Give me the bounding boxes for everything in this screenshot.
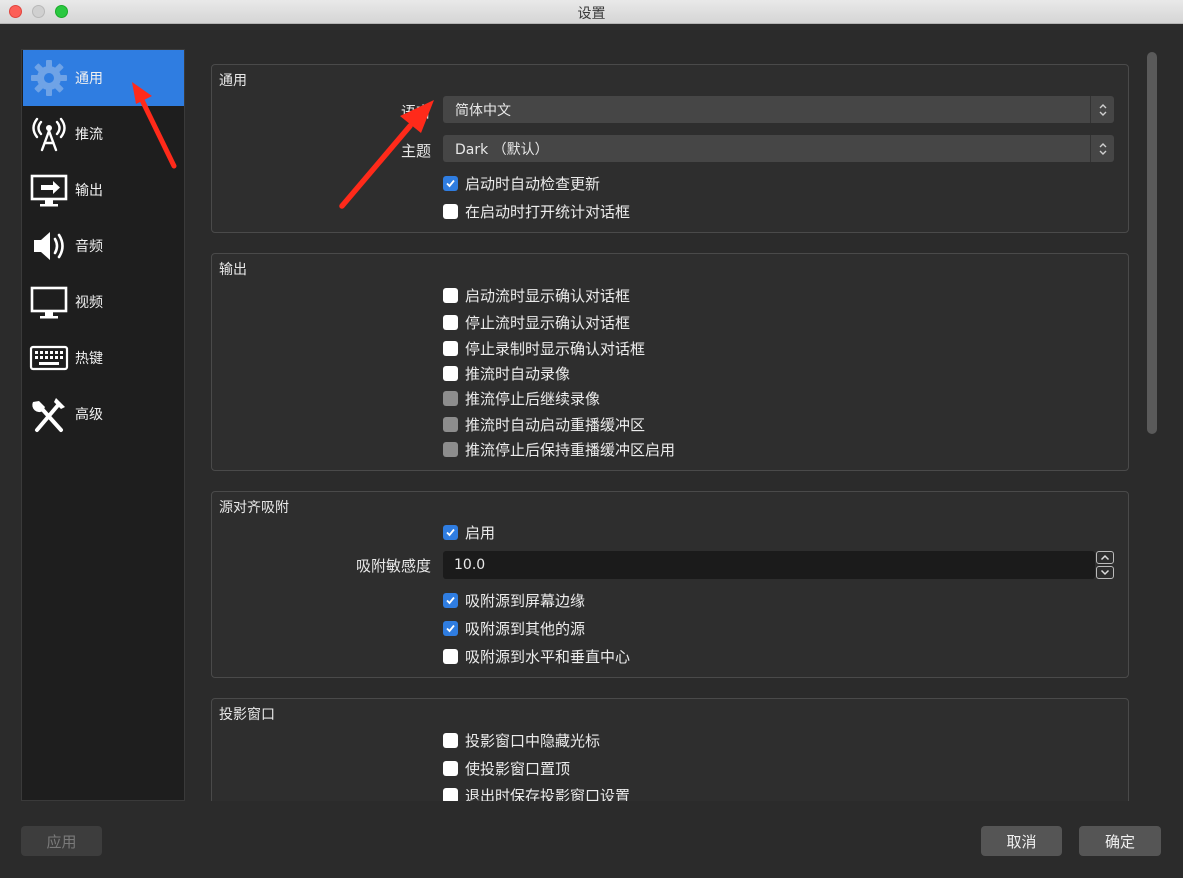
sensitivity-label: 吸附敏感度 [355, 557, 431, 575]
cancel-button[interactable]: 取消 [981, 826, 1062, 856]
sidebar-item-advanced[interactable]: 高级 [23, 386, 184, 442]
checkbox-auto-replay-buffer[interactable]: 推流时自动启动重播缓冲区 [443, 413, 645, 435]
chevron-down-icon[interactable] [1096, 566, 1114, 579]
group-title: 源对齐吸附 [219, 500, 289, 516]
theme-value: Dark （默认） [455, 141, 549, 158]
checkbox-open-stats[interactable]: 在启动时打开统计对话框 [443, 200, 630, 222]
sidebar-item-general[interactable]: 通用 [23, 50, 184, 106]
title-bar: 设置 [0, 0, 1183, 24]
checkbox-auto-update[interactable]: 启动时自动检查更新 [443, 172, 600, 194]
language-value: 简体中文 [455, 102, 511, 119]
checkbox-checked-icon [443, 524, 458, 540]
gear-icon [23, 50, 75, 106]
checkbox-snap-center[interactable]: 吸附源到水平和垂直中心 [443, 645, 630, 667]
speaker-icon [23, 218, 75, 274]
sidebar-item-label: 音频 [75, 239, 103, 255]
checkbox-auto-record[interactable]: 推流时自动录像 [443, 362, 570, 384]
snapping-group: 源对齐吸附 启用 吸附敏感度 10.0 吸附源到屏幕边缘 吸附源到其他的源 吸附… [211, 491, 1129, 678]
language-label: 语言 [400, 103, 431, 121]
output-monitor-icon [23, 162, 75, 218]
sidebar-item-label: 热键 [75, 351, 103, 367]
sidebar-item-output[interactable]: 输出 [23, 162, 184, 218]
group-title: 输出 [219, 262, 247, 278]
window-title: 设置 [577, 6, 606, 22]
checkbox-snap-screen-edges[interactable]: 吸附源到屏幕边缘 [443, 589, 585, 611]
checkbox-confirm-start-stream[interactable]: 启动流时显示确认对话框 [443, 284, 630, 306]
sidebar-item-label: 高级 [75, 407, 103, 423]
projector-group: 投影窗口 投影窗口中隐藏光标 使投影窗口置顶 退出时保存投影窗口设置 [211, 698, 1129, 801]
sidebar-item-hotkeys[interactable]: 热键 [23, 330, 184, 386]
sidebar-item-stream[interactable]: 推流 [23, 106, 184, 162]
checkbox-disabled-icon [443, 390, 458, 406]
checkbox-save-projectors[interactable]: 退出时保存投影窗口设置 [443, 784, 630, 801]
updown-arrow-icon [1090, 135, 1114, 162]
theme-select[interactable]: Dark （默认） [443, 135, 1114, 162]
ok-button[interactable]: 确定 [1079, 826, 1161, 856]
group-title: 投影窗口 [219, 707, 275, 723]
sidebar-item-label: 通用 [75, 71, 103, 87]
checkbox-unchecked-icon [443, 648, 458, 664]
checkbox-checked-icon [443, 175, 458, 191]
sidebar-item-label: 输出 [75, 183, 103, 199]
checkbox-disabled-icon [443, 416, 458, 432]
checkbox-unchecked-icon [443, 365, 458, 381]
checkbox-confirm-stop-stream[interactable]: 停止流时显示确认对话框 [443, 311, 630, 333]
checkbox-checked-icon [443, 592, 458, 608]
output-group: 输出 启动流时显示确认对话框 停止流时显示确认对话框 停止录制时显示确认对话框 … [211, 253, 1129, 471]
checkbox-confirm-stop-record[interactable]: 停止录制时显示确认对话框 [443, 337, 645, 359]
settings-window: 通用 推流 输出 音频 视频 热键 高级 通用 语言 简体中文 主题 Dark … [0, 25, 1183, 878]
sidebar-item-audio[interactable]: 音频 [23, 218, 184, 274]
language-select[interactable]: 简体中文 [443, 96, 1114, 123]
sidebar-item-video[interactable]: 视频 [23, 274, 184, 330]
tools-icon [23, 386, 75, 442]
sidebar-item-label: 推流 [75, 127, 103, 143]
sidebar-item-label: 视频 [75, 295, 103, 311]
sensitivity-input[interactable]: 10.0 [443, 551, 1095, 579]
keyboard-icon [23, 330, 75, 386]
checkbox-projector-on-top[interactable]: 使投影窗口置顶 [443, 757, 570, 779]
checkbox-snap-other-sources[interactable]: 吸附源到其他的源 [443, 617, 585, 639]
settings-content: 通用 语言 简体中文 主题 Dark （默认） 启动时自动检查更新 在启动时打开… [197, 49, 1143, 801]
checkbox-unchecked-icon [443, 203, 458, 219]
checkbox-disabled-icon [443, 441, 458, 457]
sidebar: 通用 推流 输出 音频 视频 热键 高级 [21, 49, 185, 801]
group-title: 通用 [219, 73, 247, 89]
checkbox-unchecked-icon [443, 732, 458, 748]
updown-arrow-icon [1090, 96, 1114, 123]
apply-button[interactable]: 应用 [21, 826, 102, 856]
checkbox-unchecked-icon [443, 787, 458, 801]
scrollbar[interactable] [1147, 52, 1157, 434]
checkbox-hide-cursor[interactable]: 投影窗口中隐藏光标 [443, 729, 600, 751]
monitor-icon [23, 274, 75, 330]
general-group: 通用 语言 简体中文 主题 Dark （默认） 启动时自动检查更新 在启动时打开… [211, 64, 1129, 233]
checkbox-unchecked-icon [443, 314, 458, 330]
checkbox-keep-replay-buffer[interactable]: 推流停止后保持重播缓冲区启用 [443, 438, 675, 460]
theme-label: 主题 [400, 142, 431, 160]
checkbox-unchecked-icon [443, 760, 458, 776]
checkbox-unchecked-icon [443, 340, 458, 356]
sensitivity-stepper[interactable] [1096, 551, 1114, 579]
checkbox-checked-icon [443, 620, 458, 636]
checkbox-unchecked-icon [443, 287, 458, 303]
chevron-up-icon[interactable] [1096, 551, 1114, 564]
checkbox-keep-recording[interactable]: 推流停止后继续录像 [443, 387, 600, 409]
antenna-icon [23, 106, 75, 162]
checkbox-enable-snapping[interactable]: 启用 [443, 521, 495, 543]
